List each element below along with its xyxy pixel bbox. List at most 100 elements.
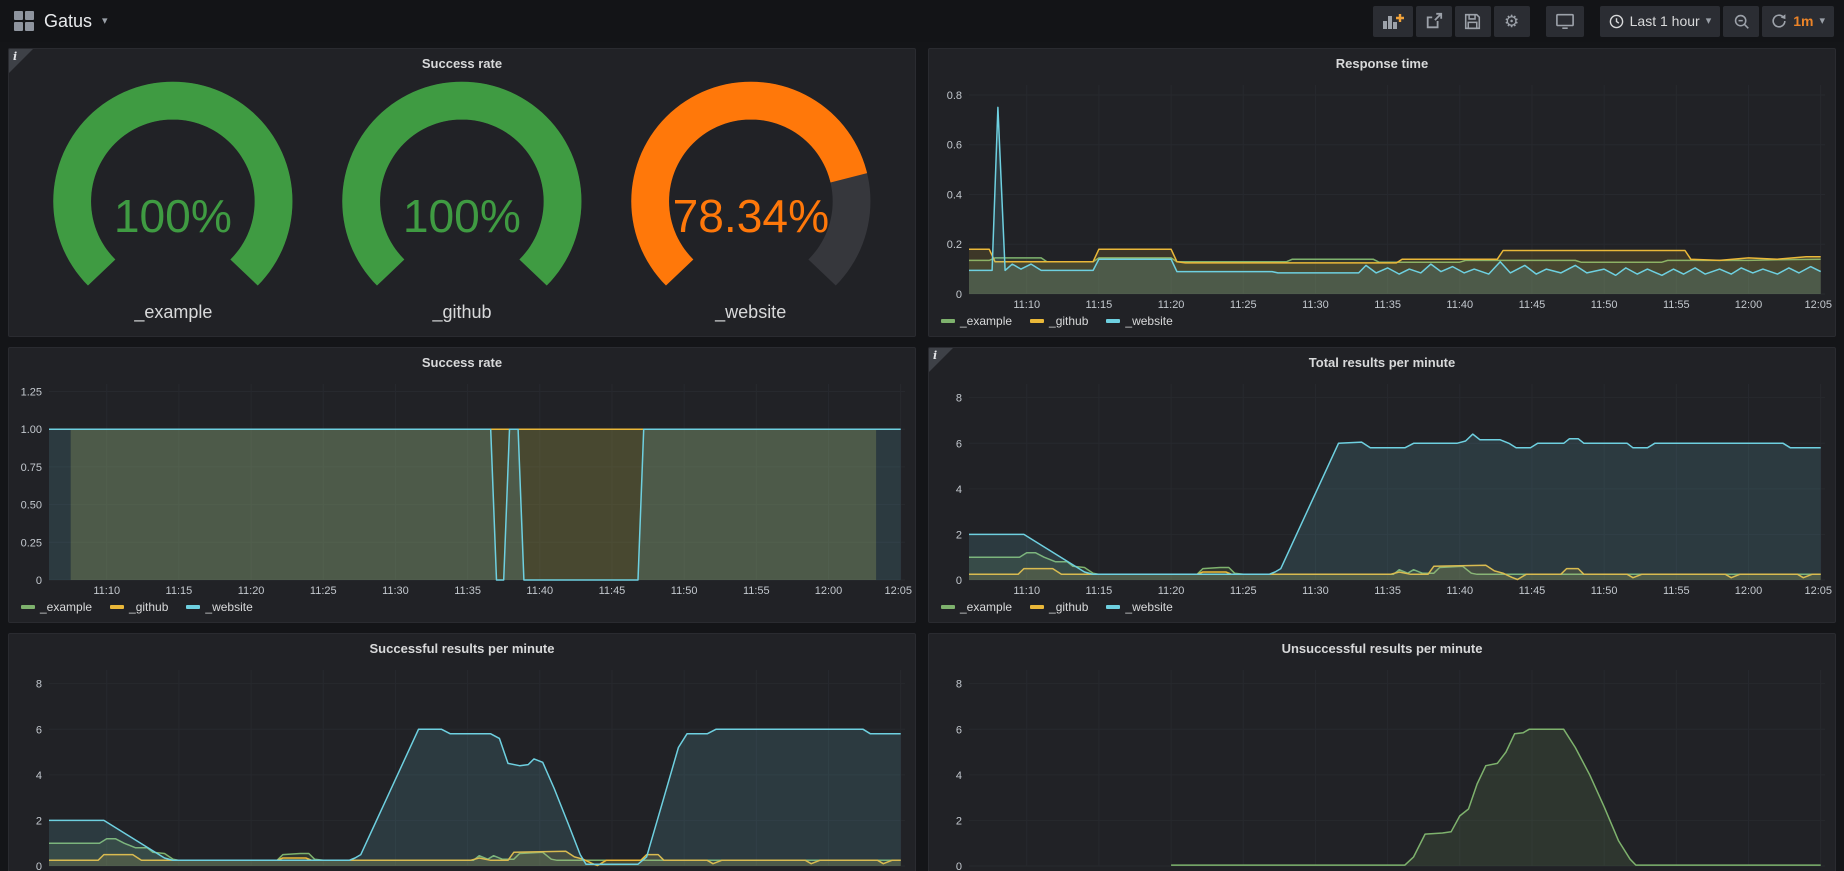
svg-text:11:45: 11:45 <box>1519 299 1546 311</box>
svg-text:12:00: 12:00 <box>1735 299 1763 311</box>
dashboard-title[interactable]: Gatus <box>44 11 92 32</box>
chart-legend: _example _github _website <box>929 598 1835 622</box>
panel-title[interactable]: Success rate <box>9 49 915 77</box>
svg-text:11:50: 11:50 <box>1591 299 1618 311</box>
unsuccessful-results-chart-body: 0246811:1011:1511:2011:2511:3011:3511:40… <box>929 662 1835 871</box>
legend-item-_example[interactable]: _example <box>941 314 1012 328</box>
panel-title[interactable]: Successful results per minute <box>9 634 915 662</box>
gauge-arc: 78.34% <box>597 81 905 302</box>
settings-button[interactable]: ⚙ <box>1494 6 1530 37</box>
tv-mode-button[interactable] <box>1546 6 1584 37</box>
svg-text:6: 6 <box>956 438 962 450</box>
legend-item-_website[interactable]: _website <box>1106 314 1172 328</box>
legend-item-_example[interactable]: _example <box>21 600 92 614</box>
navbar-right: ⚙ Last 1 hour ▾ <box>1370 6 1834 37</box>
response-time-chart[interactable]: 00.20.40.60.811:1011:1511:2011:2511:3011… <box>929 77 1835 312</box>
gauge-_website[interactable]: 78.34%_website <box>606 81 895 330</box>
legend-item-_github[interactable]: _github <box>110 600 168 614</box>
svg-text:12:05: 12:05 <box>884 585 912 597</box>
series-fill-_website <box>969 434 1821 580</box>
svg-text:11:55: 11:55 <box>1663 299 1690 311</box>
legend-item-_github[interactable]: _github <box>1030 314 1088 328</box>
gauge-_github[interactable]: 100% _github <box>318 81 607 330</box>
svg-text:11:40: 11:40 <box>1446 299 1473 311</box>
svg-text:11:45: 11:45 <box>599 585 626 597</box>
zoom-out-icon <box>1733 13 1750 30</box>
svg-text:6: 6 <box>36 724 42 736</box>
success-rate-chart[interactable]: 00.250.500.751.001.2511:1011:1511:2011:2… <box>9 376 915 598</box>
svg-text:2: 2 <box>956 529 962 541</box>
gauge-_example[interactable]: 100% _example <box>29 81 318 330</box>
clock-icon <box>1609 14 1624 29</box>
gauge-label: _example <box>134 302 212 330</box>
svg-text:11:35: 11:35 <box>1374 299 1401 311</box>
svg-text:11:25: 11:25 <box>1230 585 1257 597</box>
svg-text:11:35: 11:35 <box>1374 585 1401 597</box>
legend-item-_github[interactable]: _github <box>1030 600 1088 614</box>
add-panel-button[interactable] <box>1373 6 1413 37</box>
gauge-value: 100% <box>114 190 232 242</box>
info-corner-icon[interactable]: i <box>9 49 33 73</box>
svg-text:12:00: 12:00 <box>1735 585 1763 597</box>
panel-response-time: Response time 00.20.40.60.811:1011:1511:… <box>928 48 1836 337</box>
svg-text:0.8: 0.8 <box>947 90 962 102</box>
svg-text:11:20: 11:20 <box>238 585 265 597</box>
svg-text:4: 4 <box>956 770 962 782</box>
svg-text:11:50: 11:50 <box>671 585 698 597</box>
svg-text:12:00: 12:00 <box>815 585 843 597</box>
series-fill-_website <box>49 729 901 866</box>
legend-swatch <box>941 605 955 609</box>
legend-item-_website[interactable]: _website <box>186 600 252 614</box>
legend-item-_example[interactable]: _example <box>941 600 1012 614</box>
gauge-arc: 100% <box>308 81 616 302</box>
svg-text:11:55: 11:55 <box>743 585 770 597</box>
chart-legend: _example _github _website <box>9 598 915 622</box>
svg-text:0: 0 <box>956 575 962 587</box>
info-corner-icon[interactable]: i <box>929 348 953 372</box>
svg-text:11:20: 11:20 <box>1158 299 1185 311</box>
total-results-per-minute-chart[interactable]: 0246811:1011:1511:2011:2511:3011:3511:40… <box>929 376 1835 598</box>
panel-title[interactable]: Success rate <box>9 348 915 376</box>
svg-text:11:10: 11:10 <box>1013 585 1040 597</box>
successful-results-per-minute-chart[interactable]: 0246811:1011:1511:2011:2511:3011:3511:40… <box>9 662 915 871</box>
gauge-value: 100% <box>403 190 521 242</box>
share-button[interactable] <box>1416 6 1452 37</box>
panel-title[interactable]: Unsuccessful results per minute <box>929 634 1835 662</box>
save-button[interactable] <box>1455 6 1491 37</box>
time-range-button[interactable]: Last 1 hour ▾ <box>1600 6 1721 37</box>
series-line-_website <box>969 107 1821 275</box>
refresh-button[interactable]: 1m ▾ <box>1762 6 1834 37</box>
svg-text:0.6: 0.6 <box>947 140 962 152</box>
time-range-label: Last 1 hour <box>1630 13 1700 29</box>
unsuccessful-results-per-minute-chart[interactable]: 0246811:1011:1511:2011:2511:3011:3511:40… <box>929 662 1835 871</box>
svg-text:0.50: 0.50 <box>21 500 42 512</box>
gear-icon: ⚙ <box>1504 13 1519 30</box>
svg-text:1.00: 1.00 <box>21 424 42 436</box>
legend-label: _example <box>960 314 1012 328</box>
dashboard-grid: i Success rate 100% _example 100% _github 78… <box>0 42 1844 871</box>
svg-text:0.25: 0.25 <box>21 537 42 549</box>
svg-text:11:40: 11:40 <box>1446 585 1473 597</box>
svg-text:4: 4 <box>956 484 962 496</box>
dashboard-title-caret-icon[interactable]: ▾ <box>102 16 108 27</box>
legend-label: _website <box>205 600 252 614</box>
svg-text:8: 8 <box>36 679 42 691</box>
svg-text:8: 8 <box>956 393 962 405</box>
legend-swatch <box>1030 319 1044 323</box>
svg-text:11:30: 11:30 <box>1302 299 1329 311</box>
series-fill-_website <box>49 429 901 580</box>
zoom-out-button[interactable] <box>1723 6 1759 37</box>
panel-unsuccessful-results: Unsuccessful results per minute 0246811:… <box>928 633 1836 871</box>
legend-item-_website[interactable]: _website <box>1106 600 1172 614</box>
legend-label: _example <box>40 600 92 614</box>
svg-text:0.2: 0.2 <box>947 239 962 251</box>
gauge-label: _github <box>432 302 491 330</box>
panel-title[interactable]: Response time <box>929 49 1835 77</box>
panel-title[interactable]: Total results per minute <box>929 348 1835 376</box>
svg-text:11:20: 11:20 <box>1158 585 1185 597</box>
panel-success-rate-gauges: i Success rate 100% _example 100% _github 78… <box>8 48 916 337</box>
chart-grid <box>969 670 1825 866</box>
legend-swatch <box>1106 605 1120 609</box>
gauge-row: 100% _example 100% _github 78.34%_website <box>9 77 915 336</box>
dashboard-grid-icon[interactable] <box>14 11 34 31</box>
